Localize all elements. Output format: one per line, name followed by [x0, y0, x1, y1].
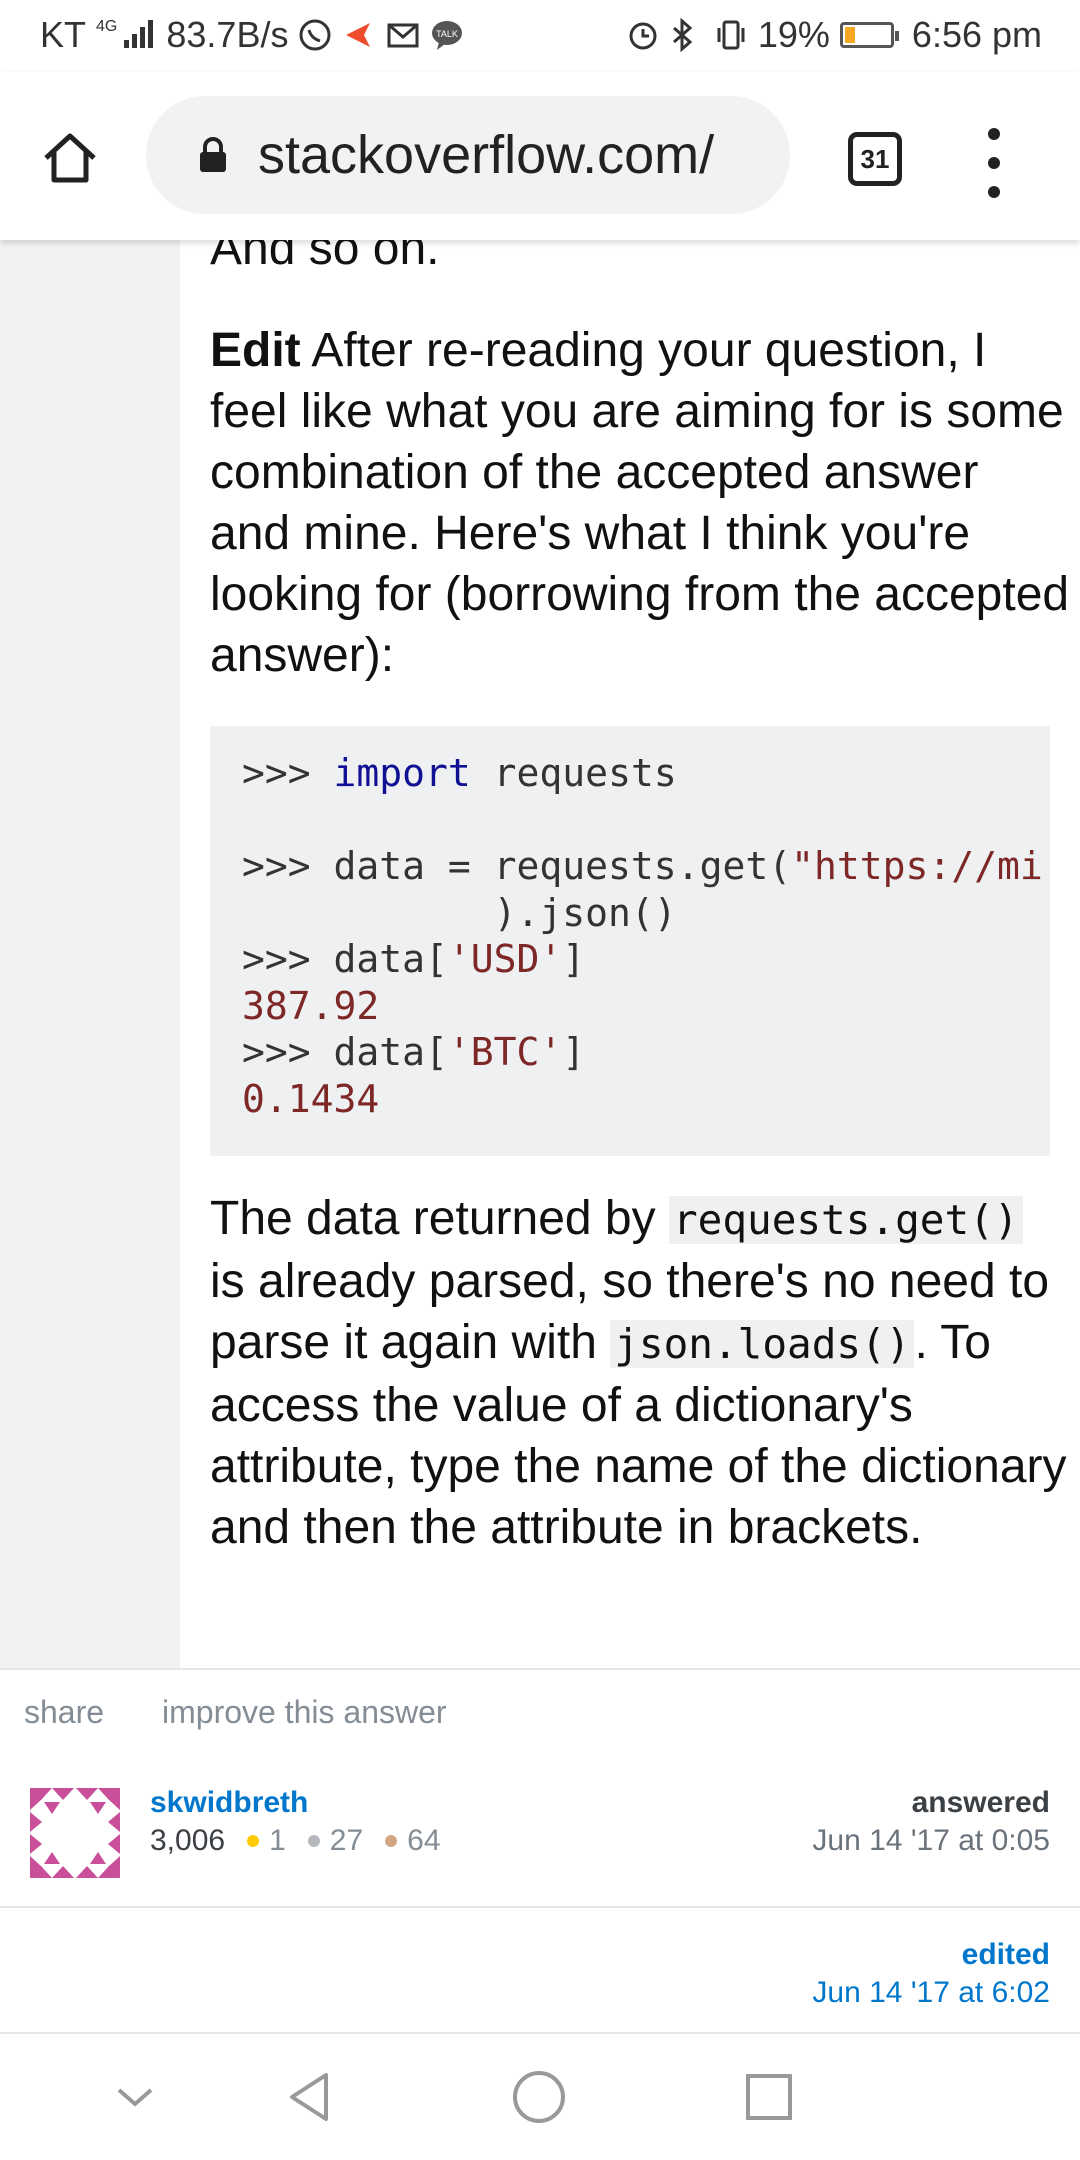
lock-icon — [198, 137, 228, 173]
tab-count: 31 — [860, 143, 890, 174]
clock: 6:56 pm — [911, 14, 1042, 55]
avatar[interactable] — [30, 1788, 120, 1878]
battery-percent: 19% — [757, 14, 830, 55]
alarm-icon — [626, 18, 660, 52]
code-block[interactable]: >>> import requests >>> data = requests.… — [210, 726, 1050, 1156]
home-icon — [44, 133, 96, 183]
left-gutter — [0, 240, 180, 1668]
code-string: "https://mi — [791, 844, 1043, 888]
system-nav-bar — [0, 2034, 1080, 2160]
tabs-button[interactable]: 31 — [848, 132, 902, 186]
recents-icon — [746, 2074, 792, 2120]
home-circle-icon — [513, 2071, 565, 2123]
reputation-score: 3,006 — [150, 1824, 226, 1857]
page-content: And so on. Edit After re-reading your qu… — [0, 240, 1080, 1668]
shopping-icon — [342, 18, 376, 52]
edit-text: After re-reading your question, I feel l… — [210, 324, 1070, 682]
back-icon — [290, 2073, 328, 2121]
share-link[interactable]: share — [24, 1694, 104, 1731]
signal-icon: 4G — [96, 18, 156, 53]
network-type: 4G — [96, 17, 118, 35]
silver-badge-count: 27 — [329, 1824, 364, 1857]
mail-icon — [386, 18, 420, 52]
whatsapp-icon — [298, 18, 332, 52]
post-actions: share improve this answer — [0, 1668, 1080, 1758]
user-reputation: 3,006 1 27 64 — [150, 1824, 441, 1858]
home-button[interactable] — [34, 122, 106, 194]
status-right: 19% 6:56 pm — [626, 14, 1042, 56]
gold-badge-icon — [247, 1835, 260, 1847]
collapse-icon — [117, 2088, 153, 2107]
carrier-label: KT — [40, 14, 87, 55]
inline-code: requests.get() — [668, 1196, 1023, 1244]
talk-icon: TALK — [430, 18, 464, 52]
code-output: 387.92 — [242, 983, 380, 1028]
battery-icon — [839, 22, 899, 48]
more-menu-button[interactable] — [982, 128, 1006, 198]
collapse-button[interactable] — [100, 2062, 170, 2132]
paragraph-edit: Edit After re-reading your question, I f… — [210, 320, 1070, 686]
edit-label: Edit — [210, 324, 301, 377]
silver-badge-icon — [307, 1835, 320, 1847]
browser-toolbar: stackoverflow.com/ 31 — [0, 72, 1080, 240]
code-keyword: import — [333, 751, 471, 795]
home-nav-button[interactable] — [504, 2062, 574, 2132]
recents-button[interactable] — [734, 2062, 804, 2132]
url-bar[interactable]: stackoverflow.com/ — [146, 96, 790, 214]
edited-date[interactable]: Jun 14 '17 at 6:02 — [812, 1976, 1050, 2010]
status-bar: KT 4G 83.7B/s TALK 19% 6:56 pm — [0, 0, 1080, 72]
code-output: 0.1434 — [242, 1076, 380, 1121]
bronze-badge-icon — [385, 1835, 398, 1847]
back-button[interactable] — [274, 2062, 344, 2132]
improve-answer-link[interactable]: improve this answer — [162, 1694, 447, 1731]
bronze-badge-count: 64 — [407, 1824, 441, 1857]
paragraph-explanation: The data returned by requests.get() is a… — [210, 1192, 1067, 1554]
user-name-link[interactable]: skwidbreth — [150, 1786, 308, 1820]
edit-info-card: edited Jun 14 '17 at 6:02 — [0, 1908, 1080, 2034]
status-left: KT 4G 83.7B/s TALK — [40, 14, 464, 56]
edited-link[interactable]: edited — [962, 1938, 1050, 1972]
url-text[interactable]: stackoverflow.com/ — [258, 124, 714, 186]
answered-date: Jun 14 '17 at 0:05 — [812, 1824, 1050, 1857]
bluetooth-icon — [670, 17, 704, 53]
inline-code: json.loads() — [610, 1320, 915, 1368]
speed-label: 83.7B/s — [166, 14, 289, 55]
answer-body: And so on. Edit After re-reading your qu… — [180, 240, 1080, 1668]
code-text: >>> import requests >>> data = requests.… — [242, 751, 1043, 1121]
more-icon — [988, 128, 1000, 140]
answerer-card: skwidbreth 3,006 1 27 64 answered Jun 14… — [0, 1756, 1080, 1908]
svg-text:TALK: TALK — [437, 29, 459, 39]
paragraph-intro-tail: And so on. — [210, 240, 440, 275]
gold-badge-count: 1 — [269, 1824, 286, 1857]
answered-label: answered — [911, 1786, 1050, 1819]
vibrate-icon — [714, 18, 748, 52]
